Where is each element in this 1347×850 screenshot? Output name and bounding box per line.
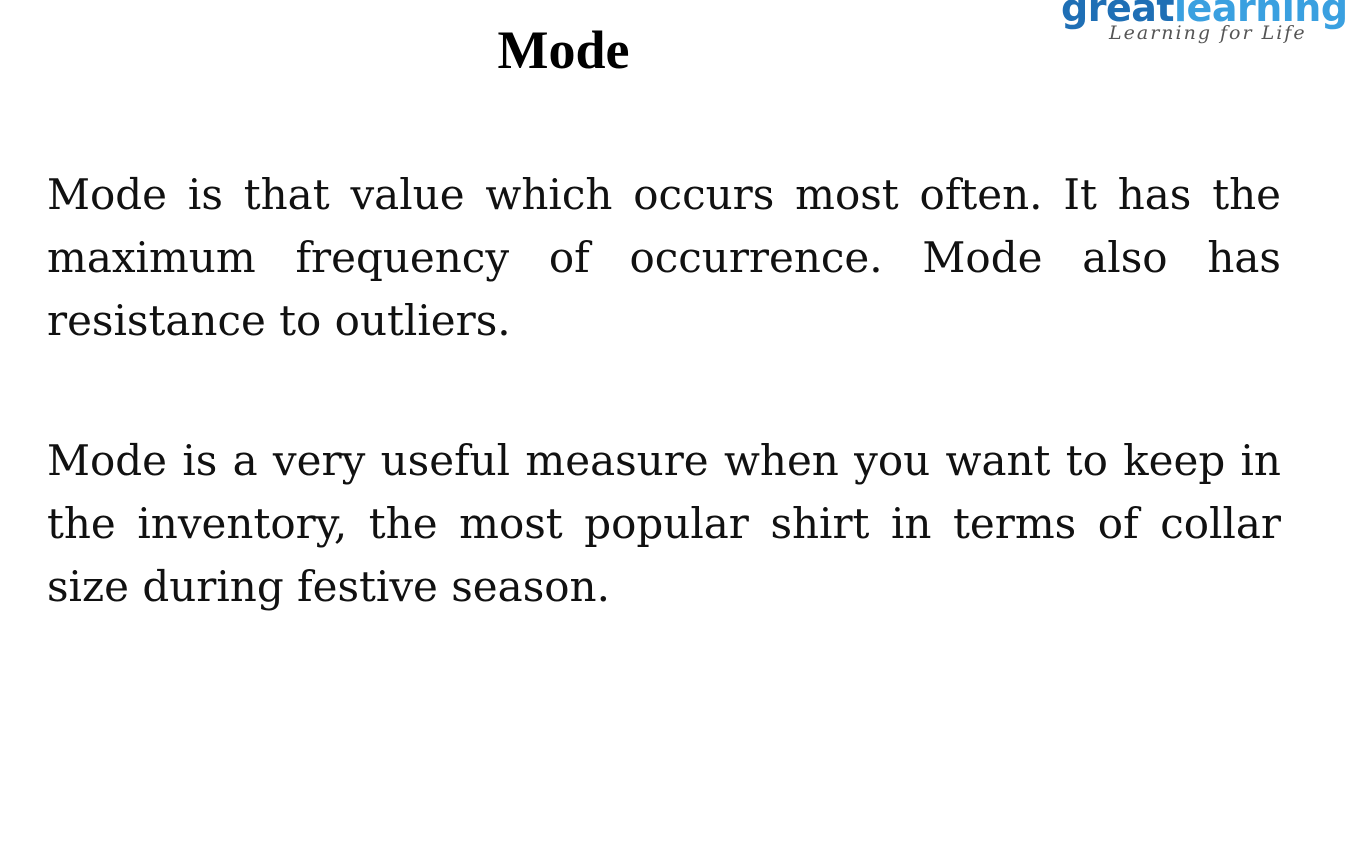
logo-tagline: Learning for Life <box>1109 22 1307 44</box>
paragraph-example: Mode is a very useful measure when you w… <box>47 436 1281 611</box>
paragraph-definition: Mode is that value which occurs most oft… <box>47 170 1281 345</box>
slide-title: Mode <box>497 20 630 80</box>
